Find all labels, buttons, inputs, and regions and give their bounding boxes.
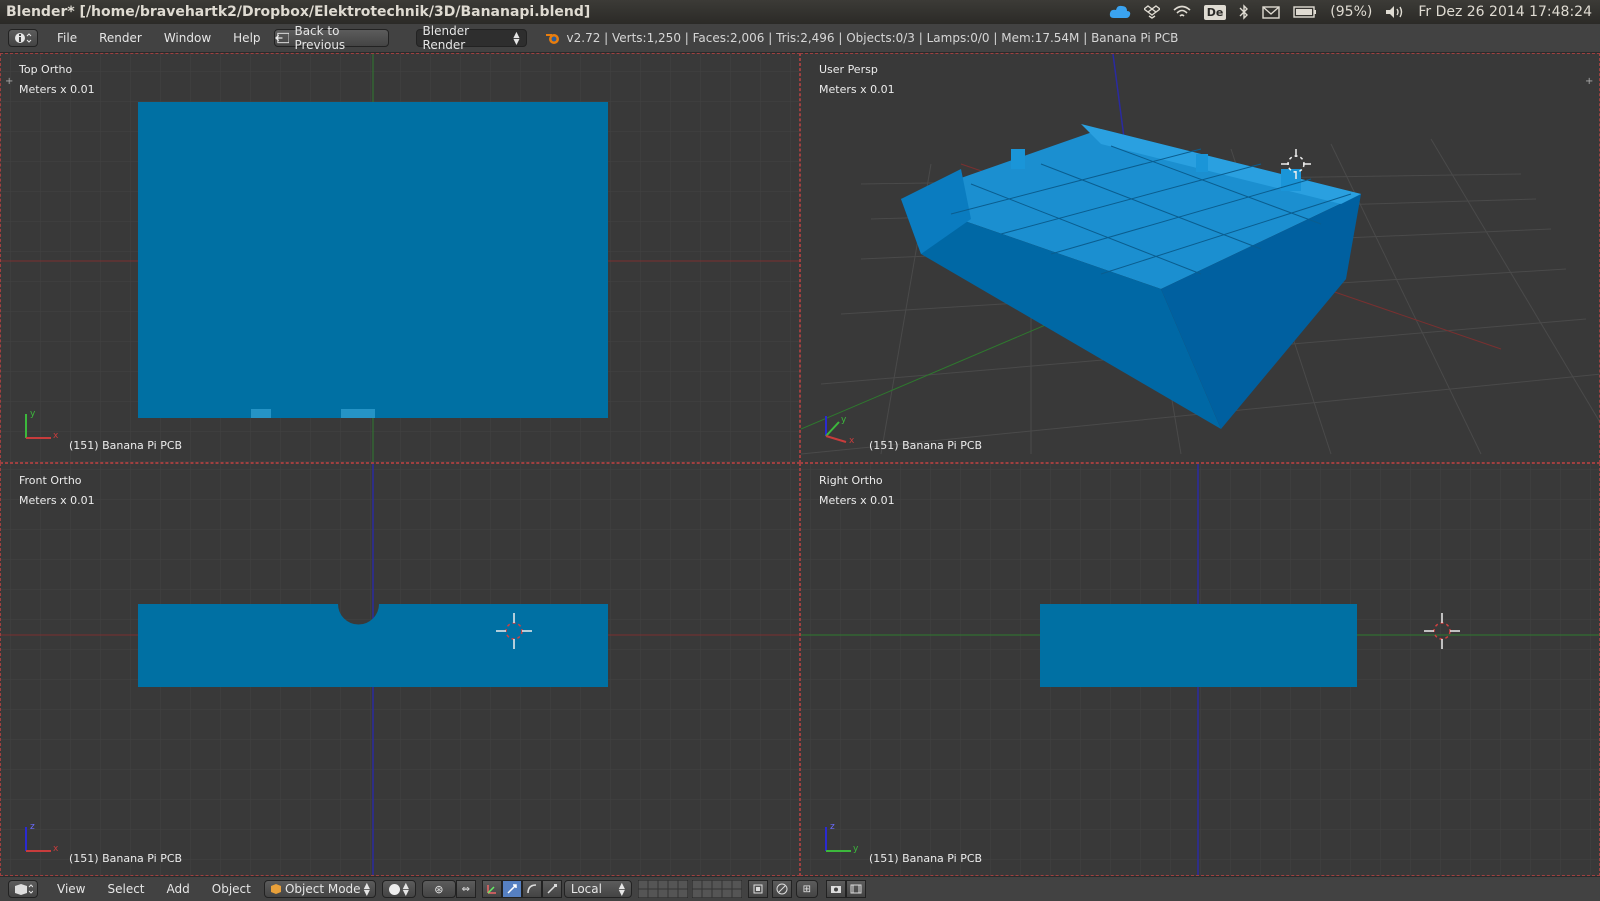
- active-object-label: (151) Banana Pi PCB: [69, 439, 183, 452]
- manipulator-icon[interactable]: [481, 880, 502, 898]
- viewport-shading-dropdown[interactable]: ▲ ▼: [381, 880, 416, 898]
- back-icon: [274, 32, 290, 44]
- viewport-view-name: User Persp: [819, 63, 878, 76]
- svg-text:x: x: [53, 844, 59, 854]
- info-icon: [15, 33, 32, 43]
- menu-view[interactable]: View: [46, 882, 96, 896]
- pcb-mesh[interactable]: [1040, 604, 1357, 687]
- dropbox-icon[interactable]: [1143, 5, 1160, 19]
- pivot-icon: ⊛: [434, 882, 444, 896]
- viewport-view-name: Right Ortho: [819, 474, 883, 487]
- axis-gizmo-icon: y x: [825, 415, 855, 444]
- dropdown-arrows-icon: ▲ ▼: [363, 881, 370, 897]
- bluetooth-icon[interactable]: [1239, 4, 1249, 20]
- viewport-persp-canvas: +: [801, 54, 1599, 455]
- mail-icon[interactable]: [1262, 5, 1280, 19]
- menu-file[interactable]: File: [46, 31, 88, 45]
- viewport-top-ortho[interactable]: + Top Ortho Meters x 0.01 y x (151) Bana…: [0, 53, 800, 463]
- layer-buttons: [637, 880, 742, 898]
- case-clip: [1281, 169, 1301, 191]
- viewport-front-canvas: [1, 464, 799, 875]
- dropdown-arrows-icon: ▲ ▼: [513, 30, 520, 46]
- render-camera-icon[interactable]: [825, 880, 846, 898]
- system-tray: De (95%) Fr Dez 26 2014 17:48:24: [1109, 0, 1592, 24]
- viewport-right-canvas: [801, 464, 1599, 875]
- editor-type-button[interactable]: [8, 29, 38, 47]
- layers-grid-icon[interactable]: [691, 880, 742, 898]
- active-object-label: (151) Banana Pi PCB: [869, 852, 983, 865]
- manipulator-group: [481, 880, 562, 898]
- svg-text:z: z: [830, 822, 835, 832]
- viewport-front-ortho[interactable]: Front Ortho Meters x 0.01 z x (151) Bana…: [0, 463, 800, 876]
- menu-select[interactable]: Select: [96, 882, 155, 896]
- layer-lock-icon[interactable]: [747, 880, 768, 898]
- viewport-units: Meters x 0.01: [19, 83, 95, 96]
- viewport-units: Meters x 0.01: [819, 83, 895, 96]
- mode-dropdown[interactable]: Object Mode ▲ ▼: [263, 880, 376, 898]
- axis-gizmo-icon: z x: [25, 822, 59, 854]
- active-object-label: (151) Banana Pi PCB: [869, 439, 983, 452]
- rotate-icon[interactable]: [521, 880, 542, 898]
- viewport-units: Meters x 0.01: [19, 494, 95, 507]
- menu-help[interactable]: Help: [222, 31, 271, 45]
- mesh-detail: [251, 409, 271, 418]
- volume-icon[interactable]: [1385, 5, 1405, 19]
- proportional-edit-icon[interactable]: [771, 880, 792, 898]
- 3d-view-icon: [15, 884, 33, 895]
- window-title: Blender* [/home/bravehartk2/Dropbox/Elek…: [6, 4, 591, 20]
- solid-shading-icon: [388, 883, 400, 895]
- menu-object[interactable]: Object: [201, 882, 262, 896]
- svg-text:y: y: [853, 844, 859, 854]
- translate-icon[interactable]: [501, 880, 522, 898]
- svg-text:+: +: [1585, 76, 1593, 87]
- pcb-mesh[interactable]: [138, 102, 608, 418]
- dropdown-arrows-icon: ▲ ▼: [618, 881, 625, 897]
- manipulator-toggle-icon[interactable]: ⇔: [455, 880, 476, 898]
- snap-element-dropdown[interactable]: ⊞: [795, 880, 818, 898]
- menu-render[interactable]: Render: [88, 31, 153, 45]
- viewport-view-name: Front Ortho: [19, 474, 82, 487]
- cloud-icon[interactable]: [1109, 5, 1131, 19]
- scale-icon[interactable]: [541, 880, 562, 898]
- scene-stats: v2.72 | Verts:1,250 | Faces:2,006 | Tris…: [566, 31, 1179, 45]
- layers-grid-icon[interactable]: [637, 880, 688, 898]
- viewport-user-persp[interactable]: + User Persp Meters x 0.01 y x (151) Ban…: [800, 53, 1600, 463]
- viewport-units: Meters x 0.01: [819, 494, 895, 507]
- object-mode-icon: [270, 883, 282, 895]
- case-clip: [1011, 149, 1025, 169]
- case-clip: [1196, 154, 1208, 172]
- svg-text:x: x: [53, 431, 59, 441]
- svg-text:z: z: [30, 822, 35, 832]
- menu-window[interactable]: Window: [153, 31, 222, 45]
- mesh-detail: [341, 409, 375, 418]
- render-engine-dropdown[interactable]: Blender Render ▲ ▼: [415, 24, 527, 52]
- viewport-top-canvas: +: [1, 54, 799, 462]
- clock[interactable]: Fr Dez 26 2014 17:48:24: [1418, 4, 1592, 20]
- blender-logo-icon: [545, 31, 561, 45]
- keyboard-layout-indicator[interactable]: De: [1203, 4, 1227, 20]
- viewport-view-name: Top Ortho: [19, 63, 73, 76]
- editor-type-button[interactable]: [8, 880, 38, 898]
- svg-text:+: +: [5, 76, 13, 87]
- info-header: File Render Window Help Back to Previous…: [0, 24, 1600, 53]
- svg-text:x: x: [849, 436, 855, 444]
- menu-add[interactable]: Add: [156, 882, 201, 896]
- wifi-icon[interactable]: [1173, 5, 1191, 19]
- axis-gizmo-icon: z y: [825, 822, 859, 854]
- view3d-header: View Select Add Object Object Mode ▲ ▼ ▲ ▼…: [0, 876, 1600, 901]
- render-animation-icon[interactable]: [845, 880, 866, 898]
- battery-percent: (95%): [1330, 4, 1373, 20]
- pivot-point-dropdown[interactable]: ⊛: [421, 880, 456, 898]
- battery-icon[interactable]: [1293, 6, 1317, 18]
- active-object-label: (151) Banana Pi PCB: [69, 852, 183, 865]
- window-title-bar: Blender* [/home/bravehartk2/Dropbox/Elek…: [0, 0, 1600, 24]
- transform-orientation-dropdown[interactable]: Local ▲ ▼: [563, 880, 632, 898]
- svg-text:y: y: [841, 415, 847, 425]
- axis-gizmo-icon: y x: [25, 409, 59, 441]
- viewport-right-ortho[interactable]: Right Ortho Meters x 0.01 z y (151) Bana…: [800, 463, 1600, 876]
- snap-icon: ⊞: [802, 883, 812, 895]
- svg-text:y: y: [30, 409, 36, 419]
- back-to-previous-button[interactable]: Back to Previous: [273, 24, 389, 52]
